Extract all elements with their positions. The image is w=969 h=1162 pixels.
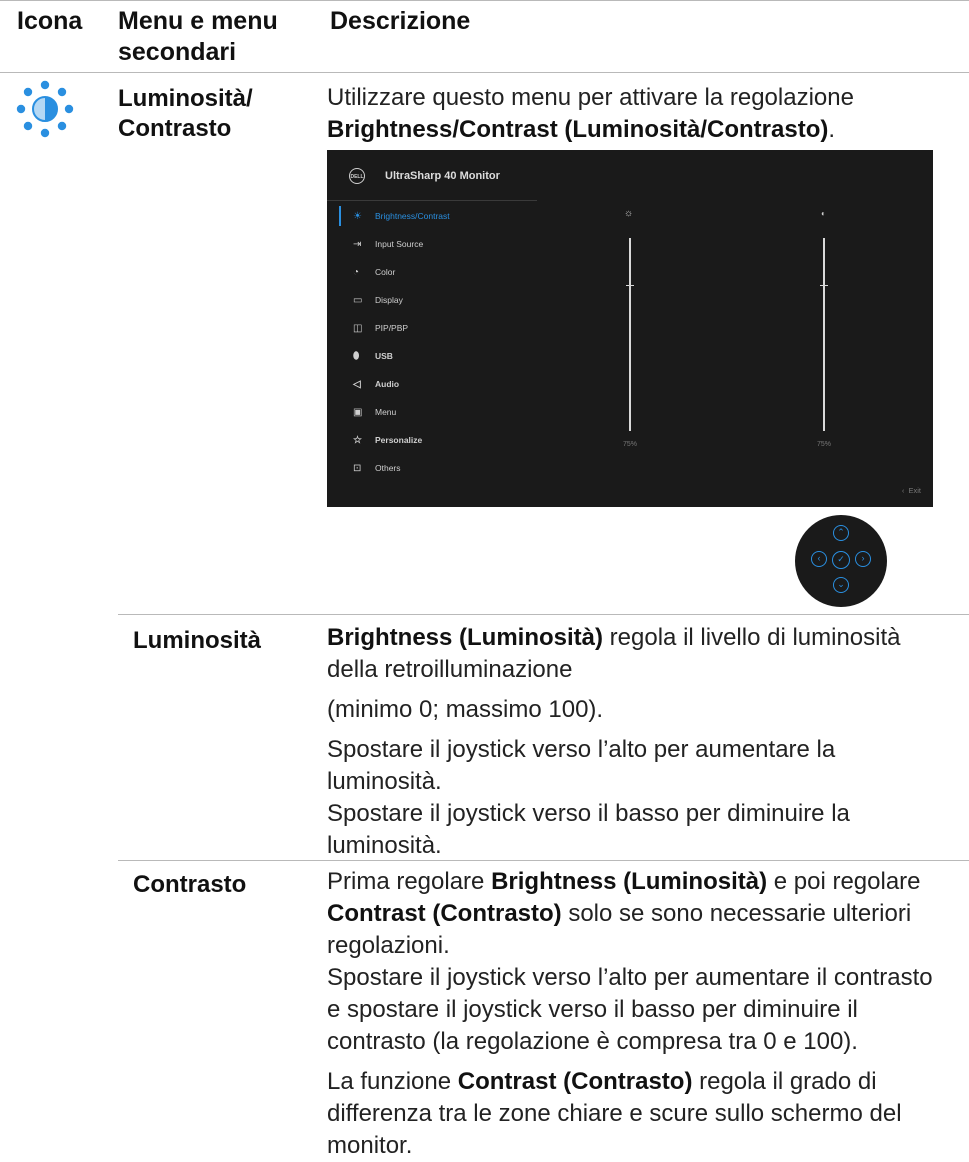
row-title-line2: Contrasto	[118, 115, 232, 142]
star-icon: ☆	[353, 434, 362, 446]
luminosita-p3-line3: Spostare il joystick verso il basso per …	[327, 800, 850, 827]
mouse-icon: ⬮	[353, 350, 360, 362]
luminosita-p1-rest: regola il livello di luminosità	[603, 624, 901, 651]
contrasto-description: Prima regolare Brightness (Luminosità) e…	[327, 866, 967, 1162]
contrasto-p2-l1: La funzione Contrast (Contrasto) regola …	[327, 1066, 967, 1098]
menu-label: Display	[375, 295, 403, 305]
menu-label: Brightness/Contrast	[375, 211, 450, 221]
menu-label: Personalize	[375, 435, 423, 445]
brightness-value: 75%	[623, 441, 638, 448]
pip-icon: ◫	[353, 322, 363, 334]
contrasto-l2: Contrast (Contrasto) solo se sono necess…	[327, 898, 967, 930]
menu-label: Audio	[375, 379, 400, 389]
contrasto-l2-post: solo se sono necessarie ulteriori	[561, 900, 912, 927]
header-menu-line1: Menu e menu	[118, 7, 278, 35]
input-icon: ⇥	[353, 238, 362, 250]
row-rule-2	[118, 860, 969, 861]
row-title-line1: Luminosità/	[118, 85, 253, 112]
dell-logo: DELL	[349, 168, 365, 184]
label-contrasto: Contrasto	[133, 871, 247, 898]
osd-screen: DELL UltraSharp 40 Monitor ☀ Brightness/C…	[327, 150, 933, 507]
menu-item-pip-pbp[interactable]: ◫ PIP/PBP	[353, 320, 408, 336]
contrasto-l5: e spostare il joystick verso il basso pe…	[327, 996, 858, 1023]
brightness-contrast-icon	[16, 80, 74, 138]
desc-bold: Brightness/Contrast (Luminosità/Contrast…	[327, 116, 829, 143]
header-rule	[0, 72, 969, 73]
menu-label: Menu	[375, 407, 397, 417]
contrast-value: 75%	[817, 441, 832, 448]
joystick-right-icon: ›	[855, 551, 871, 567]
brightness-slider-sun-icon: ☼	[624, 208, 634, 219]
menu-item-usb[interactable]: ⬮ USB	[353, 348, 393, 364]
row-rule-1	[118, 614, 969, 615]
menu-item-others[interactable]: ⊡ Others	[353, 460, 401, 476]
luminosita-p1-bold: Brightness (Luminosità)	[327, 624, 604, 651]
menu-item-color[interactable]: ◔ Color	[353, 264, 395, 280]
header-menu: Menu e menu secondari	[118, 6, 278, 68]
luminosita-p1-line2: della retroilluminazione	[327, 656, 573, 683]
contrasto-p2-pre: La funzione	[327, 1068, 458, 1095]
sun-icon: ☀	[353, 210, 362, 222]
row-title-brightness-contrast: Luminosità/ Contrasto	[118, 84, 253, 144]
osd-divider	[327, 200, 537, 201]
menu-item-input-source[interactable]: ⇥ Input Source	[353, 236, 423, 252]
label-luminosita: Luminosità	[133, 627, 262, 654]
luminosita-p3-line2: luminosità.	[327, 768, 442, 795]
menu-icon: ▣	[353, 406, 363, 418]
desc-line2: Brightness/Contrast (Luminosità/Contrast…	[327, 114, 947, 146]
active-indicator	[339, 206, 341, 226]
menu-item-audio[interactable]: ◁ Audio	[353, 376, 399, 392]
exit-button[interactable]: ‹ Exit	[902, 486, 921, 495]
contrast-slider-icon: ◐	[821, 209, 826, 218]
palette-icon: ◔	[353, 266, 360, 278]
speaker-icon: ◁	[353, 378, 361, 390]
menu-label: Input Source	[375, 239, 424, 249]
contrasto-l4: Spostare il joystick verso l’alto per au…	[327, 964, 933, 991]
menu-label: Color	[375, 267, 396, 277]
contrast-slider[interactable]	[823, 238, 825, 431]
joystick-select-icon: ✓	[832, 551, 850, 569]
menu-item-display[interactable]: ▭ Display	[353, 292, 403, 308]
menu-label: PIP/PBP	[375, 323, 409, 333]
desc-line1: Utilizzare questo menu per attivare la r…	[327, 84, 854, 111]
menu-label: USB	[375, 351, 393, 361]
header-icon: Icona	[17, 7, 83, 35]
header-menu-line2: secondari	[118, 38, 237, 66]
contrasto-l1-post: e poi regolare	[767, 868, 921, 895]
luminosita-p1: Brightness (Luminosità) regola il livell…	[327, 622, 957, 654]
luminosita-p3-line1: Spostare il joystick verso l’alto per au…	[327, 736, 836, 763]
joystick-down-icon: ⌄	[833, 577, 849, 593]
exit-label: Exit	[908, 486, 921, 495]
luminosita-p3-line4: luminosità.	[327, 832, 442, 859]
osd-title: UltraSharp 40 Monitor	[385, 170, 500, 182]
contrasto-p2-l2: differenza tra le zone chiare e scure su…	[327, 1100, 902, 1127]
contrasto-l1-pre: Prima regolare	[327, 868, 492, 895]
luminosita-p2: (minimo 0; massimo 100).	[327, 696, 604, 723]
joystick-up-icon: ⌃	[833, 525, 849, 541]
row-description: Utilizzare questo menu per attivare la r…	[327, 82, 947, 146]
header-description: Descrizione	[330, 7, 471, 35]
contrast-slider-thumb[interactable]	[820, 285, 828, 286]
luminosita-description: Brightness (Luminosità) regola il livell…	[327, 622, 957, 862]
joystick-diagram: ⌃ ‹ ✓ › ⌄	[795, 515, 887, 607]
joystick-left-icon: ‹	[811, 551, 827, 567]
menu-item-menu[interactable]: ▣ Menu	[353, 404, 396, 420]
brightness-slider-thumb[interactable]	[626, 285, 634, 286]
monitor-icon: ▭	[353, 294, 363, 306]
table-top-rule	[0, 0, 969, 1]
contrasto-l1-bold: Brightness (Luminosità)	[491, 868, 768, 895]
brightness-slider[interactable]	[629, 238, 631, 431]
contrasto-l6: contrasto (la regolazione è compresa tra…	[327, 1028, 858, 1055]
contrasto-l1: Prima regolare Brightness (Luminosità) e…	[327, 866, 967, 898]
contrasto-l2-bold: Contrast (Contrasto)	[327, 900, 562, 927]
contrasto-p2-post: regola il grado di	[692, 1068, 877, 1095]
menu-label: Others	[375, 463, 401, 473]
contrasto-p2-l3: monitor.	[327, 1132, 413, 1159]
menu-item-personalize[interactable]: ☆ Personalize	[353, 432, 422, 448]
desc-end: .	[828, 116, 836, 143]
contrasto-p2-bold: Contrast (Contrasto)	[457, 1068, 693, 1095]
menu-item-brightness-contrast[interactable]: ☀ Brightness/Contrast	[353, 208, 450, 224]
others-icon: ⊡	[353, 462, 362, 474]
contrasto-l3: regolazioni.	[327, 932, 450, 959]
